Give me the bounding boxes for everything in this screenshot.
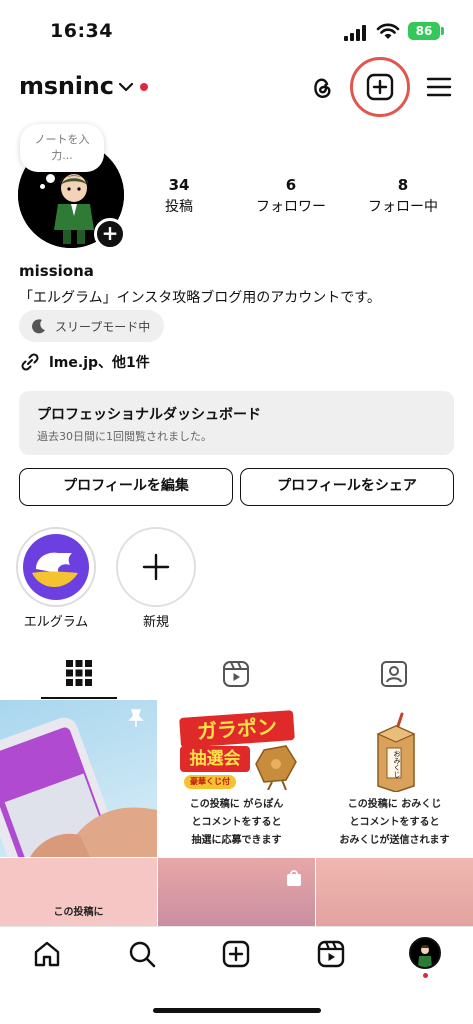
share-profile-button[interactable]: プロフィールをシェア [240,468,454,506]
highlight-new[interactable] [116,527,196,607]
threads-icon[interactable] [308,74,336,102]
notification-dot [140,83,148,91]
account-username[interactable]: msninc [19,72,114,100]
profile-notification-dot [423,973,428,978]
stat-following-label: フォロー中 [368,199,438,215]
omikuji-caption-line-2: とコメントをすると [349,817,440,828]
dashboard-title: プロフェッショナルダッシュボード [37,407,261,423]
shopping-bag-icon [287,870,301,886]
avatar-thumbnail [418,945,432,967]
stat-following-count: 8 [397,176,409,194]
display-name: missiona [19,262,94,280]
garapon-caption-line-2: とコメントをすると [191,817,282,828]
grid-post-5[interactable] [158,858,315,926]
post-4-caption: この投稿に [53,907,104,918]
garapon-banner: ガラポン [179,710,295,748]
garapon-caption-line-1: この投稿に がらぽん [189,799,284,810]
note-placeholder: ノートを入 力... [34,133,90,162]
lottery-badge: 豪華くじ付 [184,775,236,789]
stat-posts-label: 投稿 [165,199,193,215]
dashboard-subtitle: 過去30日間に1回閲覧されました。 [37,430,212,443]
create-icon[interactable] [222,940,250,968]
status-time: 16:34 [50,20,113,42]
elgram-logo-icon [23,534,89,600]
omikuji-caption: この投稿に おみくじ とコメントをすると おみくじが送信されます [316,796,473,850]
link-icon [21,353,39,371]
stat-followers-label: フォロワー [256,199,326,215]
grid-post-4[interactable]: この投稿に [0,858,157,926]
reels-nav-icon[interactable] [317,940,345,968]
note-bubble-tail [46,174,55,183]
professional-dashboard-card[interactable]: プロフェッショナルダッシュボード 過去30日間に1回閲覧されました。 [19,391,454,455]
cellular-signal-icon [344,25,366,41]
stat-posts[interactable]: 34 投稿 [124,176,234,216]
chevron-down-icon[interactable] [119,82,133,92]
profile-bio: 「エルグラム」インスタ攻略ブログ用のアカウントです。 [19,290,381,306]
note-bubble-tail-small [40,184,45,189]
search-icon[interactable] [128,940,156,968]
plus-icon [142,553,170,581]
wifi-icon [376,23,400,39]
stat-followers[interactable]: 6 フォロワー [236,176,346,216]
battery-indicator: 86 [408,22,440,40]
stat-posts-count: 34 [168,176,190,194]
add-story-button[interactable]: + [94,218,126,250]
grid-post-3[interactable]: おみくじ この投稿に おみくじ とコメントをすると おみくじが送信されます [316,700,473,857]
grid-post-1[interactable] [0,700,157,857]
battery-tip [441,27,444,35]
create-plus-icon[interactable] [366,73,394,101]
highlight-elgram[interactable] [16,527,96,607]
menu-icon[interactable] [426,76,452,98]
highlight-elgram-label: エルグラム [23,615,89,630]
home-icon[interactable] [33,940,61,968]
reels-icon[interactable] [222,660,250,688]
sleep-mode-label: スリープモード中 [55,319,151,334]
garapon-caption: この投稿に がらぽん とコメントをすると 抽選に応募できます [158,796,315,850]
omikuji-caption-line-3: おみくじが送信されます [339,835,450,846]
grid-icon[interactable] [66,660,92,686]
profile-avatar-nav[interactable] [409,937,441,969]
profile-link[interactable]: lme.jp、他1件 [19,351,150,373]
sleep-mode-chip[interactable]: スリープモード中 [19,310,165,342]
garapon-caption-line-3: 抽選に応募できます [191,835,282,846]
lottery-banner: 抽選会 [180,746,250,772]
stat-following[interactable]: 8 フォロー中 [348,176,458,216]
active-tab-indicator [41,697,117,699]
moon-icon [32,319,45,334]
note-bubble[interactable]: ノートを入 力... [20,124,104,172]
home-indicator [153,1008,321,1013]
link-text: lme.jp、他1件 [49,355,150,371]
stat-followers-count: 6 [285,176,297,194]
highlight-new-label: 新規 [142,615,169,630]
edit-profile-button[interactable]: プロフィールを編集 [19,468,233,506]
tagged-icon[interactable] [380,660,408,688]
omikuji-caption-line-1: この投稿に おみくじ [347,799,442,810]
omikuji-box-label: おみくじ [393,750,401,778]
grid-post-2[interactable]: ガラポン 抽選会 豪華くじ付 この投稿に がらぽん とコメントをすると 抽選に応… [158,700,315,857]
grid-post-6[interactable] [316,858,473,926]
pinned-icon [128,709,144,727]
lottery-machine-icon [255,745,297,790]
